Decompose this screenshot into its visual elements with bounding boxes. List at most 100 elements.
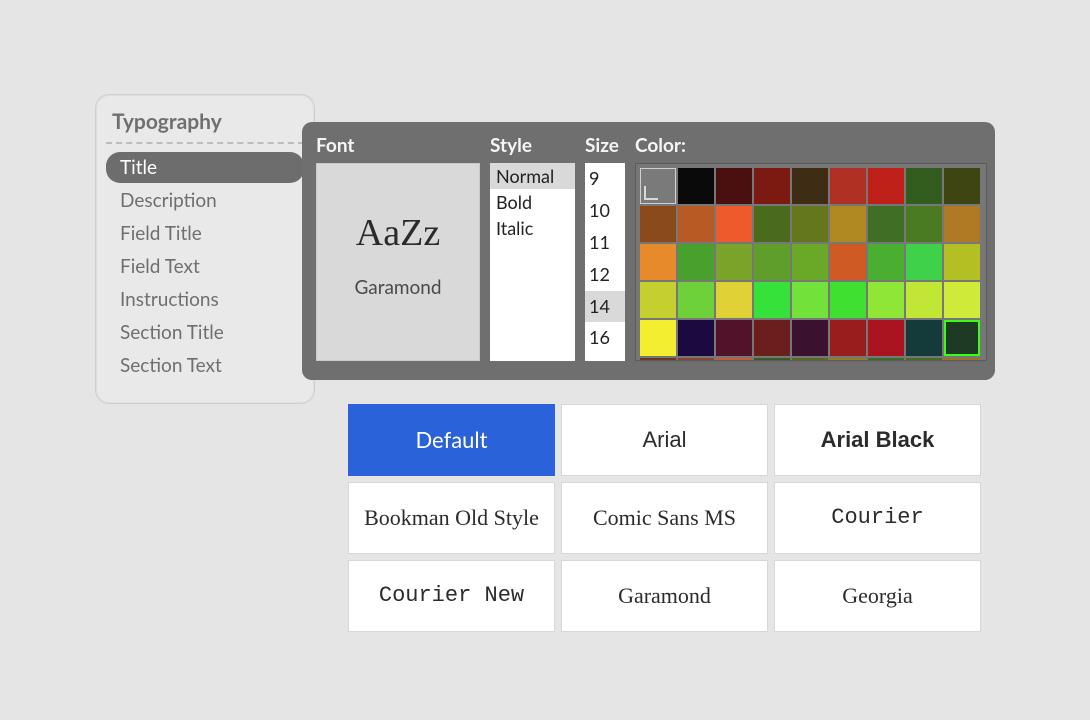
color-swatch-none[interactable] [640, 168, 676, 204]
color-swatch[interactable] [716, 282, 752, 318]
size-column: Size 9101112141618 [585, 134, 625, 368]
color-swatch[interactable] [830, 206, 866, 242]
font-option-garamond[interactable]: Garamond [561, 560, 768, 632]
color-swatch[interactable] [944, 168, 980, 204]
color-swatch[interactable] [716, 206, 752, 242]
color-swatch[interactable] [792, 320, 828, 356]
color-swatch[interactable] [716, 168, 752, 204]
color-swatch[interactable] [868, 206, 904, 242]
font-option-arial-black[interactable]: Arial Black [774, 404, 981, 476]
sidebar-item-instructions[interactable]: Instructions [106, 284, 304, 315]
color-label: Color: [635, 134, 987, 157]
color-swatch[interactable] [906, 282, 942, 318]
color-swatch[interactable] [754, 244, 790, 280]
color-swatch[interactable] [678, 206, 714, 242]
font-option-arial[interactable]: Arial [561, 404, 768, 476]
color-swatch[interactable] [792, 206, 828, 242]
color-swatch[interactable] [944, 320, 980, 356]
color-swatch[interactable] [640, 358, 676, 361]
color-swatch[interactable] [830, 320, 866, 356]
color-swatch[interactable] [906, 320, 942, 356]
color-swatch[interactable] [754, 168, 790, 204]
color-swatch[interactable] [830, 358, 866, 361]
font-option-georgia[interactable]: Georgia [774, 560, 981, 632]
color-swatch[interactable] [868, 168, 904, 204]
sidebar-item-section-title[interactable]: Section Title [106, 317, 304, 348]
size-option-18[interactable]: 18 [585, 354, 625, 361]
size-option-12[interactable]: 12 [585, 259, 625, 291]
font-option-courier[interactable]: Courier [774, 482, 981, 554]
color-swatch[interactable] [754, 282, 790, 318]
sidebar-list: TitleDescriptionField TitleField TextIns… [106, 152, 304, 381]
color-swatch[interactable] [868, 282, 904, 318]
color-swatch[interactable] [754, 206, 790, 242]
color-swatch[interactable] [716, 320, 752, 356]
color-swatch[interactable] [640, 320, 676, 356]
color-swatch[interactable] [678, 244, 714, 280]
size-option-10[interactable]: 10 [585, 195, 625, 227]
color-swatch[interactable] [906, 358, 942, 361]
color-swatch[interactable] [906, 168, 942, 204]
style-column: Style NormalBoldItalic [490, 134, 575, 368]
color-column: Color: [635, 134, 987, 368]
color-swatch[interactable] [792, 168, 828, 204]
color-grid [640, 168, 982, 356]
font-preview-box[interactable]: AaZz Garamond [316, 163, 480, 361]
font-option-bookman-old-style[interactable]: Bookman Old Style [348, 482, 555, 554]
font-option-default[interactable]: Default [348, 404, 555, 476]
font-column: Font AaZz Garamond [316, 134, 480, 368]
font-option-comic-sans-ms[interactable]: Comic Sans MS [561, 482, 768, 554]
font-label: Font [316, 134, 480, 157]
style-label: Style [490, 134, 575, 157]
sidebar-item-field-text[interactable]: Field Text [106, 251, 304, 282]
color-swatch[interactable] [640, 282, 676, 318]
color-swatch[interactable] [792, 244, 828, 280]
color-swatch[interactable] [944, 244, 980, 280]
color-swatch[interactable] [716, 244, 752, 280]
color-swatch[interactable] [944, 282, 980, 318]
style-option-bold[interactable]: Bold [490, 189, 575, 215]
color-swatch[interactable] [906, 244, 942, 280]
style-option-normal[interactable]: Normal [490, 163, 575, 189]
font-preview-sample: AaZz [356, 214, 440, 252]
size-option-14[interactable]: 14 [585, 291, 625, 323]
font-option-courier-new[interactable]: Courier New [348, 560, 555, 632]
color-swatch[interactable] [640, 244, 676, 280]
color-swatch[interactable] [944, 358, 980, 361]
style-option-italic[interactable]: Italic [490, 215, 575, 241]
color-swatch[interactable] [944, 206, 980, 242]
color-swatch[interactable] [754, 358, 790, 361]
typography-settings-panel: Font AaZz Garamond Style NormalBoldItali… [302, 122, 995, 380]
font-chooser-grid: DefaultArialArial Black Bookman Old Style… [348, 404, 981, 632]
typography-sidebar: Typography TitleDescriptionField TitleFi… [95, 94, 315, 404]
sidebar-item-title[interactable]: Title [106, 152, 304, 183]
color-partial-row [640, 358, 982, 361]
color-swatch[interactable] [678, 358, 714, 361]
color-swatch[interactable] [906, 206, 942, 242]
color-swatch[interactable] [640, 206, 676, 242]
sidebar-item-section-text[interactable]: Section Text [106, 350, 304, 381]
sidebar-item-field-title[interactable]: Field Title [106, 218, 304, 249]
color-swatch[interactable] [868, 358, 904, 361]
size-list[interactable]: 9101112141618 [585, 163, 625, 361]
color-swatch[interactable] [678, 282, 714, 318]
size-option-16[interactable]: 16 [585, 322, 625, 354]
color-swatch[interactable] [830, 282, 866, 318]
size-option-9[interactable]: 9 [585, 163, 625, 195]
color-swatch[interactable] [678, 320, 714, 356]
color-swatch[interactable] [830, 168, 866, 204]
color-swatch[interactable] [716, 358, 752, 361]
color-swatch[interactable] [792, 358, 828, 361]
color-swatch[interactable] [868, 320, 904, 356]
color-swatch[interactable] [830, 244, 866, 280]
style-list[interactable]: NormalBoldItalic [490, 163, 575, 361]
color-picker [635, 163, 987, 361]
color-swatch[interactable] [754, 320, 790, 356]
size-option-11[interactable]: 11 [585, 227, 625, 259]
sidebar-item-description[interactable]: Description [106, 185, 304, 216]
font-preview-name: Garamond [354, 276, 441, 299]
sidebar-divider [106, 142, 304, 144]
color-swatch[interactable] [678, 168, 714, 204]
color-swatch[interactable] [868, 244, 904, 280]
color-swatch[interactable] [792, 282, 828, 318]
